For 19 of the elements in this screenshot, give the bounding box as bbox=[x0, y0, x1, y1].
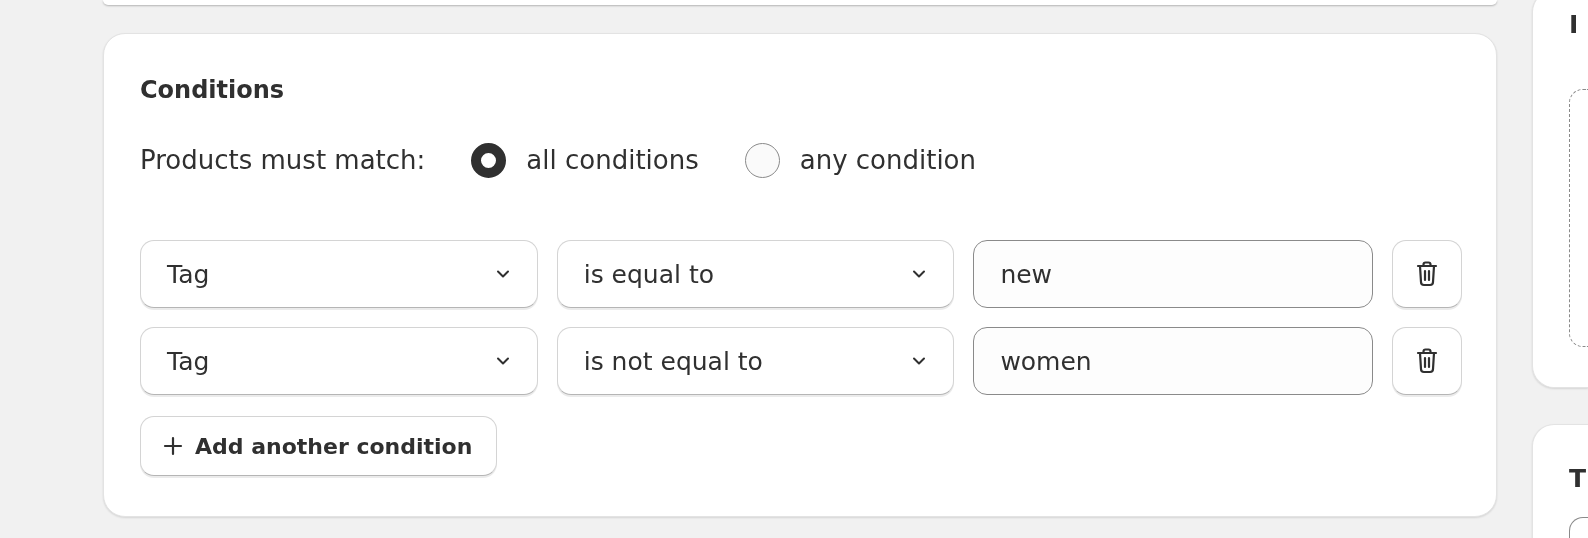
select-dropdown[interactable]: is equal to bbox=[556, 240, 955, 308]
select-dropdown[interactable]: is not equal to bbox=[556, 327, 955, 395]
card-title: T bbox=[1569, 463, 1588, 495]
input-field[interactable]: women bbox=[973, 327, 1374, 395]
trash-icon bbox=[1415, 261, 1440, 287]
delete-button[interactable] bbox=[1392, 240, 1462, 308]
select-dropdown[interactable]: Tag bbox=[140, 327, 538, 395]
match-label: Products must match: bbox=[140, 145, 426, 175]
add-condition-button[interactable]: Add another condition bbox=[140, 416, 498, 476]
radio-option[interactable]: any condition bbox=[744, 142, 976, 178]
delete-button[interactable] bbox=[1392, 327, 1462, 395]
card-title: Conditions bbox=[140, 75, 286, 106]
card-title: I bbox=[1569, 9, 1580, 41]
input-field[interactable]: new bbox=[973, 240, 1374, 308]
select-dropdown[interactable]: Tag bbox=[140, 240, 538, 308]
plus-icon bbox=[163, 436, 183, 456]
trash-icon bbox=[1415, 348, 1440, 374]
radio-option[interactable]: all conditions bbox=[471, 142, 699, 178]
drop-zone[interactable] bbox=[1569, 89, 1588, 347]
